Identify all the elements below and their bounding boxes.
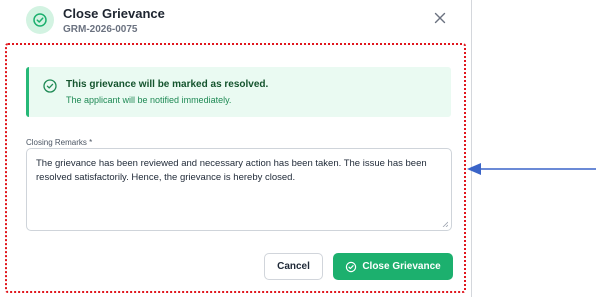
check-circle-icon bbox=[346, 261, 357, 272]
check-circle-icon bbox=[42, 78, 58, 94]
grievance-reference: GRM-2026-0075 bbox=[63, 24, 138, 35]
notice-message: The applicant will be notified immediate… bbox=[66, 95, 232, 105]
close-grievance-modal: Close Grievance GRM-2026-0075 This griev… bbox=[0, 0, 472, 297]
closing-remarks-text: The grievance has been reviewed and nece… bbox=[36, 158, 427, 183]
notice-title: This grievance will be marked as resolve… bbox=[66, 79, 269, 90]
check-circle-icon bbox=[26, 6, 54, 34]
modal-title: Close Grievance bbox=[63, 6, 165, 21]
close-grievance-button-label: Close Grievance bbox=[362, 261, 441, 272]
closing-remarks-label: Closing Remarks * bbox=[26, 138, 93, 147]
arrow-left-icon bbox=[467, 163, 596, 175]
closing-remarks-textarea[interactable]: The grievance has been reviewed and nece… bbox=[26, 148, 452, 231]
cancel-button-label: Cancel bbox=[277, 261, 310, 272]
cancel-button[interactable]: Cancel bbox=[264, 253, 323, 280]
close-grievance-button[interactable]: Close Grievance bbox=[333, 253, 453, 280]
resize-handle-icon[interactable] bbox=[442, 221, 448, 227]
modal-header: Close Grievance GRM-2026-0075 bbox=[0, 0, 472, 42]
close-icon[interactable] bbox=[431, 9, 449, 27]
resolution-notice: This grievance will be marked as resolve… bbox=[26, 67, 451, 117]
